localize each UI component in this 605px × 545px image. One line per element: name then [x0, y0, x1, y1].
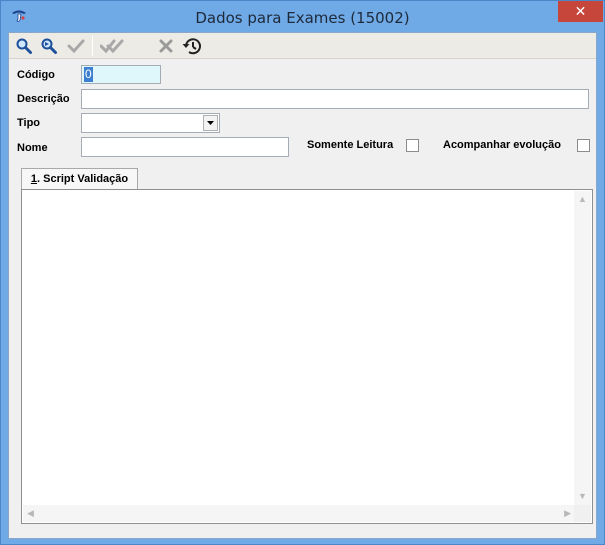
- codigo-value: 0: [84, 67, 93, 82]
- cancel-icon[interactable]: [157, 37, 175, 55]
- tipo-dropdown-button[interactable]: [203, 115, 218, 131]
- app-window: Dados para Exames (15002) ✕ Código 0 Des…: [0, 0, 605, 545]
- nome-field[interactable]: [81, 137, 289, 157]
- codigo-label: Código: [17, 69, 55, 81]
- tab-panel: ▲ ▼ ◀ ▶: [21, 189, 593, 524]
- check-icon[interactable]: [67, 37, 85, 55]
- search-icon[interactable]: [15, 37, 33, 55]
- toolbar-separator: [92, 36, 93, 56]
- chevron-down-icon: [207, 121, 214, 125]
- acompanhar-evolucao-checkbox[interactable]: [577, 139, 590, 152]
- title-bar[interactable]: Dados para Exames (15002) ✕: [1, 1, 604, 32]
- nome-label: Nome: [17, 142, 48, 154]
- window-title: Dados para Exames (15002): [195, 9, 410, 27]
- tipo-label: Tipo: [17, 117, 41, 129]
- descricao-field[interactable]: [81, 89, 589, 109]
- scroll-up-icon[interactable]: ▲: [578, 195, 587, 204]
- vertical-scrollbar[interactable]: ▲ ▼: [574, 191, 591, 505]
- somente-leitura-label: Somente Leitura: [307, 139, 394, 151]
- scroll-right-icon[interactable]: ▶: [564, 509, 571, 518]
- toolbar: [9, 33, 596, 59]
- tab-script-validacao[interactable]: 1. Script Validação: [21, 168, 138, 190]
- close-icon: ✕: [574, 3, 587, 19]
- scroll-left-icon[interactable]: ◀: [27, 509, 34, 518]
- search-next-icon[interactable]: [40, 37, 58, 55]
- acompanhar-evolucao-label: Acompanhar evolução: [443, 139, 561, 151]
- scrollbar-corner: [574, 505, 591, 522]
- history-icon[interactable]: [181, 36, 203, 56]
- close-button[interactable]: ✕: [558, 1, 603, 22]
- codigo-field[interactable]: 0: [81, 65, 161, 84]
- scroll-down-icon[interactable]: ▼: [578, 492, 587, 501]
- script-editor[interactable]: [23, 191, 575, 505]
- somente-leitura-checkbox[interactable]: [406, 139, 419, 152]
- double-check-icon[interactable]: [100, 37, 124, 55]
- horizontal-scrollbar[interactable]: ◀ ▶: [23, 505, 575, 522]
- tipo-select[interactable]: [81, 113, 220, 133]
- client-area: Código 0 Descrição Tipo Nome Somente Lei…: [8, 32, 597, 539]
- tab-label: . Script Validação: [37, 173, 129, 185]
- descricao-label: Descrição: [17, 93, 70, 105]
